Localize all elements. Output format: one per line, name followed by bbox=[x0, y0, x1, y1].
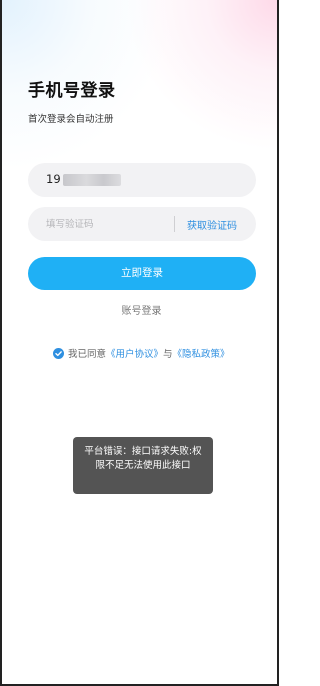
error-toast: 平台错误：接口请求失败:权限不足无法使用此接口 bbox=[73, 437, 213, 494]
phone-number-blur-mask bbox=[63, 174, 121, 186]
login-button[interactable]: 立即登录 bbox=[28, 257, 256, 290]
checkbox-checked-icon[interactable] bbox=[53, 347, 64, 359]
privacy-policy-link[interactable]: 《隐私政策》 bbox=[173, 346, 230, 360]
agreement-joiner: 与 bbox=[163, 349, 173, 360]
account-login-link[interactable]: 账号登录 bbox=[2, 302, 277, 317]
verification-code-field: 获取验证码 bbox=[28, 207, 256, 241]
verification-code-input[interactable] bbox=[46, 215, 166, 233]
phone-field[interactable]: 19 bbox=[28, 163, 256, 197]
get-code-button[interactable]: 获取验证码 bbox=[187, 217, 237, 232]
page-title: 手机号登录 bbox=[28, 81, 116, 101]
login-page: 手机号登录 首次登录会自动注册 19 获取验证码 立即登录 账号登录 我已同意 … bbox=[0, 0, 279, 686]
page-subtitle: 首次登录会自动注册 bbox=[28, 114, 114, 125]
user-agreement-link[interactable]: 《用户协议》 bbox=[106, 346, 163, 360]
agreement-prefix: 我已同意 bbox=[68, 349, 107, 360]
code-field-divider bbox=[174, 216, 175, 232]
phone-number-value: 19 bbox=[46, 172, 61, 186]
agreement-row: 我已同意 《用户协议》 与 《隐私政策》 bbox=[53, 346, 230, 360]
